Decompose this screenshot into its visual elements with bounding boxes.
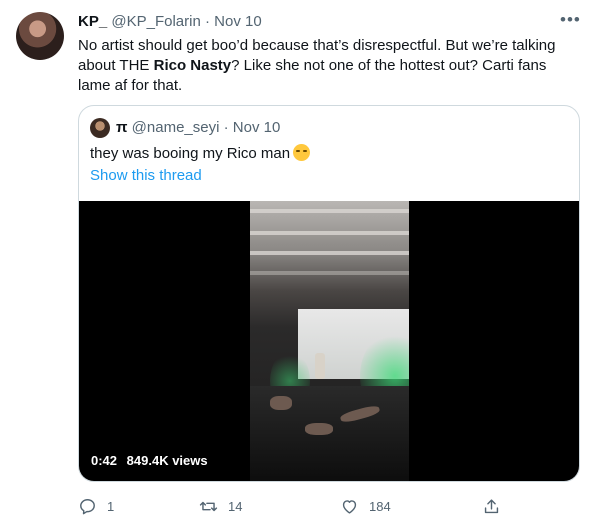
video-views: 849.4K views bbox=[126, 453, 208, 468]
video-duration: 0:42 bbox=[91, 453, 118, 468]
share-button[interactable] bbox=[482, 494, 511, 518]
tweet-text: No artist should get boo’d because that’… bbox=[78, 36, 578, 96]
reply-button[interactable]: 1 bbox=[78, 494, 114, 518]
more-options-icon[interactable]: ••• bbox=[560, 10, 581, 30]
stage-truss bbox=[250, 209, 409, 213]
author-handle[interactable]: @KP_Folarin bbox=[111, 13, 200, 30]
share-icon bbox=[484, 498, 499, 513]
quoted-text: they was booing my Rico man bbox=[90, 145, 291, 162]
raised-arm bbox=[305, 423, 333, 435]
quoted-separator-dot: · bbox=[223, 119, 229, 136]
heart-icon bbox=[342, 499, 357, 514]
stage-truss bbox=[250, 231, 409, 235]
quoted-tweet-header: π @name_seyi · Nov 10 bbox=[116, 118, 280, 138]
retweet-count: 14 bbox=[228, 498, 243, 514]
like-button[interactable]: 184 bbox=[340, 494, 391, 518]
raised-hand bbox=[270, 396, 292, 410]
retweet-icon bbox=[199, 501, 218, 511]
retweet-button[interactable]: 14 bbox=[199, 494, 242, 518]
stage-truss bbox=[250, 271, 409, 275]
quoted-tweet[interactable]: π @name_seyi · Nov 10 they was booing my… bbox=[78, 105, 580, 482]
reply-icon bbox=[80, 498, 95, 514]
author-avatar[interactable] bbox=[16, 12, 64, 60]
stage-truss bbox=[250, 251, 409, 255]
like-count: 184 bbox=[369, 498, 391, 514]
quoted-tweet-date: Nov 10 bbox=[232, 119, 281, 136]
performer bbox=[315, 353, 325, 379]
tweet-text-bold: Rico Nasty bbox=[153, 57, 232, 74]
separator-dot: · bbox=[204, 13, 210, 30]
quoted-tweet-text: they was booing my Rico man bbox=[90, 144, 311, 164]
video-info: 0:42 849.4K views bbox=[91, 453, 214, 468]
tweet-actions: 1 14 184 bbox=[78, 494, 508, 518]
disappointed-face-emoji-icon bbox=[293, 144, 311, 161]
quoted-author-avatar bbox=[90, 118, 110, 138]
tweet-date[interactable]: Nov 10 bbox=[214, 13, 262, 30]
quoted-author-name: π bbox=[116, 119, 128, 136]
quoted-author-handle: @name_seyi bbox=[131, 119, 220, 136]
show-thread-link[interactable]: Show this thread bbox=[90, 166, 202, 186]
video-player[interactable]: 0:42 849.4K views bbox=[79, 201, 579, 481]
tweet-header: KP_ @KP_Folarin · Nov 10 bbox=[78, 12, 262, 32]
video-frame bbox=[250, 201, 409, 481]
tweet[interactable]: KP_ @KP_Folarin · Nov 10 ••• No artist s… bbox=[0, 0, 595, 532]
author-name[interactable]: KP_ bbox=[78, 13, 107, 30]
reply-count: 1 bbox=[107, 498, 115, 514]
